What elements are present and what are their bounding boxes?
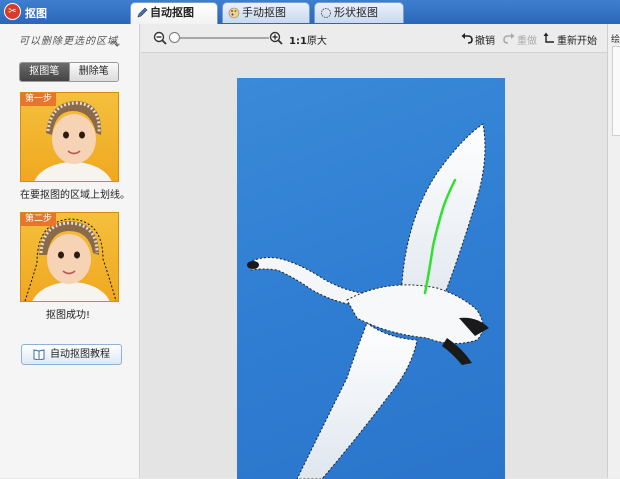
left-panel: 可以删除更选的区域 ↷ 抠图笔 删除笔 第一步 在要抠图的区域上划线。 第二步 … (0, 24, 140, 478)
step2-badge: 第二步 (21, 213, 57, 226)
right-panel: 绘 (607, 24, 620, 478)
swan-photo[interactable] (237, 78, 505, 479)
cutout-brush-button[interactable]: 抠图笔 (20, 63, 69, 81)
step2-caption: 抠图成功! (46, 310, 91, 321)
baby-photo-icon (34, 101, 112, 181)
tab-manual-cutout[interactable]: 手动抠图 (222, 2, 310, 23)
shape-icon (321, 8, 331, 18)
zoom-in-icon[interactable] (269, 31, 283, 45)
app-logo-icon: ✂ (4, 3, 21, 20)
zoom-slider-thumb[interactable] (169, 32, 180, 43)
curved-arrow-icon: ↷ (110, 38, 121, 52)
book-icon (33, 349, 45, 360)
tab-label: 形状抠图 (334, 6, 378, 19)
reset-button[interactable]: 重新开始 (543, 32, 597, 47)
canvas-area[interactable] (141, 52, 607, 479)
hint-text: 可以删除更选的区域 (19, 36, 118, 47)
tab-auto-cutout[interactable]: 自动抠图 (130, 2, 218, 24)
undo-label: 撤销 (475, 36, 495, 47)
reset-icon (543, 32, 554, 43)
swan-image (247, 123, 489, 479)
tutorial-button-label: 自动抠图教程 (50, 349, 110, 360)
redo-icon (503, 33, 515, 44)
zoom-slider-track[interactable] (171, 37, 269, 39)
tutorial-button[interactable]: 自动抠图教程 (21, 344, 122, 365)
right-panel-label: 绘 (611, 35, 620, 45)
tab-label: 自动抠图 (150, 6, 194, 19)
reset-label: 重新开始 (557, 36, 597, 47)
tab-shape-cutout[interactable]: 形状抠图 (314, 2, 404, 23)
erase-brush-button[interactable]: 删除笔 (68, 63, 118, 81)
title-bar: ✂ 抠图 自动抠图 手动抠图 形状抠图 (0, 0, 620, 24)
zoom-label-text: 原大 (306, 36, 327, 47)
step1-badge: 第一步 (21, 93, 57, 106)
tab-label: 手动抠图 (242, 6, 286, 19)
app-title: 抠图 (25, 7, 47, 20)
editor-area: 1:1原大 撤销 重做 重新开始 (141, 24, 607, 479)
brush-toggle: 抠图笔 删除笔 (19, 62, 119, 82)
actual-size-button[interactable]: 1:1原大 (289, 32, 327, 47)
undo-icon (461, 33, 473, 44)
zoom-ratio: 1:1 (289, 36, 307, 47)
step2-image: 第二步 (20, 212, 119, 302)
zoom-out-icon[interactable] (153, 31, 167, 45)
redo-button[interactable]: 重做 (503, 32, 537, 47)
step1-caption: 在要抠图的区域上划线。 (20, 190, 130, 201)
step1-image: 第一步 (20, 92, 119, 182)
baby-cutout-icon (24, 218, 117, 301)
redo-label: 重做 (517, 36, 537, 47)
undo-button[interactable]: 撤销 (461, 32, 495, 47)
palette-icon (228, 7, 240, 19)
pen-icon (137, 7, 148, 18)
right-panel-box (612, 46, 620, 136)
toolbar: 1:1原大 撤销 重做 重新开始 (141, 24, 607, 52)
